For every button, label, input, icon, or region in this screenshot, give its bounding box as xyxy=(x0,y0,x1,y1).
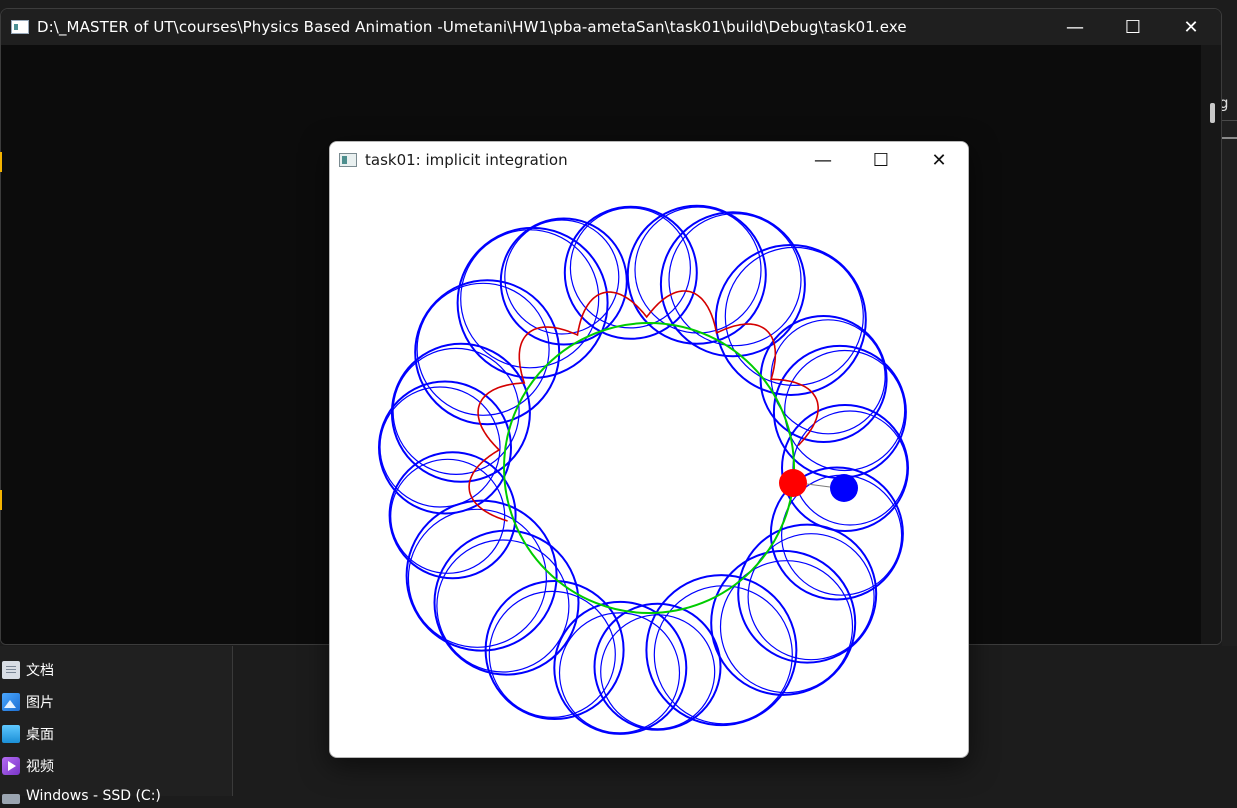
orbit-loop xyxy=(569,207,691,329)
console-minimize-button[interactable]: — xyxy=(1046,9,1104,45)
sidebar-item-label: 视频 xyxy=(26,759,54,775)
sidebar-item-label: 桌面 xyxy=(26,727,54,743)
console-scrollbar[interactable] xyxy=(1201,45,1221,644)
background-tab-underline xyxy=(1222,137,1237,139)
orbit-loop xyxy=(634,206,762,334)
orbit-loop xyxy=(407,508,547,648)
simulation-canvas[interactable] xyxy=(330,178,968,757)
sidebar-item-documents[interactable]: 文档 xyxy=(2,658,54,682)
orbit-loop xyxy=(645,574,798,727)
console-app-icon xyxy=(11,20,29,34)
boundary-circle xyxy=(503,322,795,614)
sidebar-item-drive[interactable]: Windows - SSD (C:) xyxy=(2,784,161,808)
simulation-title: task01: implicit integration xyxy=(365,151,568,169)
console-scroll-thumb[interactable] xyxy=(1210,103,1215,123)
orbit-loop xyxy=(499,217,628,346)
maximize-icon: ☐ xyxy=(872,149,890,171)
background-accent-mark xyxy=(0,490,2,510)
pictures-icon xyxy=(2,693,20,711)
sidebar-item-label: 图片 xyxy=(26,695,54,711)
sidebar-item-label: 文档 xyxy=(26,663,54,679)
close-icon: ✕ xyxy=(1183,16,1199,38)
simulation-maximize-button[interactable]: ☐ xyxy=(852,142,910,178)
desktop-icon xyxy=(2,725,20,743)
simulation-app-icon xyxy=(339,153,357,167)
videos-icon xyxy=(2,757,20,775)
document-icon xyxy=(2,661,20,679)
maximize-icon: ☐ xyxy=(1124,16,1142,38)
implicit-orbit-loops xyxy=(378,204,909,735)
implicit-particle xyxy=(830,474,858,502)
minimize-icon: — xyxy=(1066,16,1084,38)
orbit-loop xyxy=(563,205,698,340)
sidebar-item-desktop[interactable]: 桌面 xyxy=(2,722,54,746)
particle-link xyxy=(806,483,831,488)
simulation-minimize-button[interactable]: — xyxy=(794,142,852,178)
console-titlebar[interactable]: D:\_MASTER of UT\courses\Physics Based A… xyxy=(1,9,1221,45)
console-title: D:\_MASTER of UT\courses\Physics Based A… xyxy=(37,18,907,36)
minimize-icon: — xyxy=(814,149,832,171)
background-window-strip xyxy=(1222,60,1237,646)
sidebar-item-videos[interactable]: 视频 xyxy=(2,754,54,778)
orbit-loop xyxy=(593,602,722,731)
simulation-window: task01: implicit integration — ☐ ✕ xyxy=(329,141,969,758)
background-divider xyxy=(1222,120,1237,121)
orbit-loop xyxy=(378,380,512,515)
close-icon: ✕ xyxy=(931,149,947,171)
sidebar-item-label: Windows - SSD (C:) xyxy=(26,788,161,804)
console-close-button[interactable]: ✕ xyxy=(1162,9,1220,45)
background-accent-mark xyxy=(0,152,2,172)
explicit-particle xyxy=(779,469,807,497)
console-maximize-button[interactable]: ☐ xyxy=(1104,9,1162,45)
simulation-close-button[interactable]: ✕ xyxy=(910,142,968,178)
sidebar-item-pictures[interactable]: 图片 xyxy=(2,690,54,714)
